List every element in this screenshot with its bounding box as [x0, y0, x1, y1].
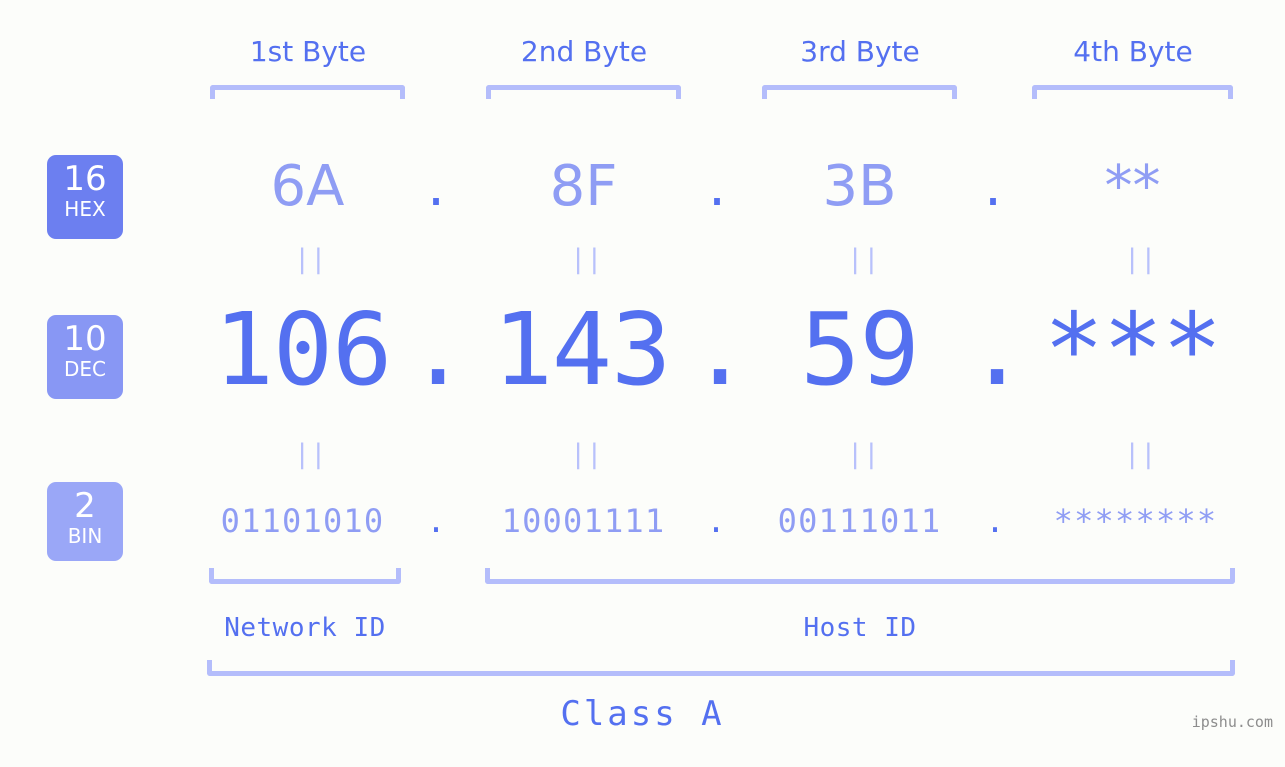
byte-bracket-3	[762, 85, 957, 99]
host-id-bracket	[485, 568, 1235, 584]
byte-bracket-4	[1032, 85, 1233, 99]
class-bracket	[207, 660, 1235, 676]
bin-separator-1: .	[426, 502, 446, 540]
equals-mark-dec-bin-1: ||	[294, 439, 327, 470]
base-badge-bin: 2 BIN	[47, 482, 123, 561]
hex-octet-1: 6A	[270, 154, 345, 219]
byte-header-1: 1st Byte	[249, 35, 367, 68]
equals-mark-hex-dec-2: ||	[570, 244, 603, 275]
site-watermark: ipshu.com	[1191, 713, 1273, 731]
bin-separator-3: .	[985, 502, 1005, 540]
hex-separator-2: .	[708, 154, 726, 219]
base-badge-dec-label: DEC	[63, 357, 106, 381]
base-badge-bin-label: BIN	[67, 524, 103, 548]
byte-header-4: 4th Byte	[1073, 35, 1193, 68]
equals-mark-hex-dec-1: ||	[294, 244, 327, 275]
bin-separator-2: .	[706, 502, 726, 540]
base-badge-hex-label: HEX	[64, 197, 106, 221]
byte-header-3: 3rd Byte	[800, 35, 920, 68]
base-badge-bin-number: 2	[74, 486, 96, 526]
bin-octet-2: 10001111	[501, 502, 666, 540]
equals-mark-dec-bin-2: ||	[570, 439, 603, 470]
dec-octet-1: 106	[213, 291, 393, 408]
network-id-bracket	[209, 568, 401, 584]
bin-octet-1: 01101010	[220, 502, 385, 540]
dec-separator-2: .	[690, 291, 751, 408]
byte-bracket-1	[210, 85, 405, 99]
network-id-label: Network ID	[224, 613, 386, 643]
byte-header-2: 2nd Byte	[520, 35, 648, 68]
hex-separator-1: .	[427, 154, 445, 219]
hex-separator-3: .	[984, 154, 1002, 219]
hex-octet-3: 3B	[822, 154, 897, 219]
dec-octet-3: 59	[800, 291, 919, 408]
equals-mark-dec-bin-3: ||	[847, 439, 880, 470]
ip-address-breakdown-diagram: 1st Byte 2nd Byte 3rd Byte 4th Byte 16 H…	[0, 0, 1285, 767]
base-badge-hex-number: 16	[63, 159, 107, 199]
dec-separator-1: .	[408, 291, 469, 408]
dec-octet-4: ***	[1043, 291, 1223, 408]
byte-bracket-2	[486, 85, 681, 99]
base-badge-hex: 16 HEX	[47, 155, 123, 239]
base-badge-dec-number: 10	[63, 319, 107, 359]
dec-separator-3: .	[967, 291, 1028, 408]
bin-octet-3: 00111011	[777, 502, 942, 540]
equals-mark-hex-dec-4: ||	[1124, 244, 1157, 275]
class-label: Class A	[560, 694, 725, 734]
hex-octet-2: 8F	[549, 154, 618, 219]
base-badge-dec: 10 DEC	[47, 315, 123, 399]
hex-octet-4: **	[1104, 154, 1161, 219]
dec-octet-2: 143	[492, 291, 672, 408]
bin-octet-4: ********	[1053, 502, 1218, 540]
equals-mark-hex-dec-3: ||	[847, 244, 880, 275]
host-id-label: Host ID	[803, 613, 917, 643]
equals-mark-dec-bin-4: ||	[1124, 439, 1157, 470]
